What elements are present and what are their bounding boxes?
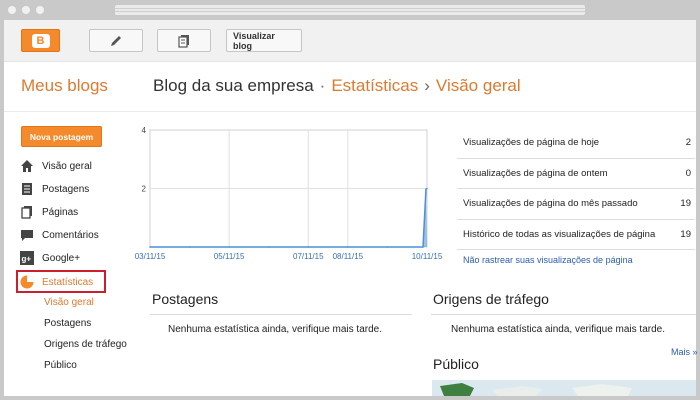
new-post-button[interactable]: Nova postagem (21, 126, 102, 147)
my-blogs-link[interactable]: Meus blogs (21, 76, 108, 96)
posts-icon (20, 182, 34, 196)
breadcrumb-separator: › (424, 76, 430, 95)
page-header: Meus blogs Blog da sua empresa · Estatísti… (4, 62, 696, 112)
sidebar-item-label: Postagens (42, 183, 90, 195)
chart-x-tick-label: 05/11/15 (214, 252, 245, 261)
blogger-toolbar: B Visualizar blog (4, 20, 696, 62)
chart-data-point (267, 246, 270, 248)
stat-row-today: Visualizações de página de hoje 2 (457, 128, 695, 159)
chart-data-point (426, 187, 428, 190)
posts-section-title: Postagens (152, 291, 219, 307)
breadcrumb-stats-link[interactable]: Estatísticas (331, 76, 418, 95)
chart-area-series (150, 188, 427, 247)
chart-x-tick-label: 08/11/15 (333, 252, 364, 261)
pencil-icon (111, 35, 121, 46)
chart-y-tick-label: 4 (142, 126, 147, 135)
sidebar-item-label: Google+ (42, 252, 81, 264)
section-divider (150, 314, 412, 315)
chart-data-point (149, 246, 151, 248)
breadcrumb-blog-name: Blog da sua empresa (153, 76, 314, 95)
stat-value: 19 (680, 228, 691, 240)
chart-data-point (386, 246, 389, 248)
blogger-logo-icon: B (31, 33, 50, 48)
sidebar-item-label: Páginas (42, 206, 79, 218)
breadcrumb-separator: · (319, 76, 326, 95)
stat-label: Visualizações de página do mês passado (463, 198, 638, 210)
stat-row-last-month: Visualizações de página do mês passado 1… (457, 189, 695, 220)
chart-x-tick-label: 10/11/15 (412, 252, 442, 261)
stat-row-all-time: Histórico de todas as visualizações de p… (457, 220, 695, 250)
chart-x-tick-label: 03/11/15 (135, 252, 166, 261)
breadcrumb-current-page: Visão geral (435, 76, 521, 95)
browser-frame-right (696, 20, 700, 400)
dont-track-pageviews-link[interactable]: Não rastrear suas visualizações de págin… (463, 255, 633, 265)
stat-row-yesterday: Visualizações de página de ontem 0 (457, 159, 695, 189)
sidebar-item-label: Comentários (42, 229, 99, 241)
sidebar-item-label: Estatísticas (42, 276, 94, 288)
stat-value: 0 (685, 167, 691, 179)
view-posts-button[interactable] (157, 29, 211, 52)
sidebar-item-pages[interactable]: Páginas (20, 202, 78, 222)
sidebar-item-overview[interactable]: Visão geral (20, 156, 92, 176)
sidebar-subitem-posts[interactable]: Postagens (44, 318, 91, 329)
sidebar-subitem-traffic-sources[interactable]: Origens de tráfego (44, 339, 127, 350)
window-dot-icon (22, 6, 30, 14)
stat-label: Visualizações de página de ontem (463, 167, 608, 179)
sidebar-item-posts[interactable]: Postagens (20, 179, 89, 199)
stats-table: Visualizações de página de hoje 2 Visual… (457, 128, 695, 250)
home-icon (20, 159, 34, 173)
chart-line-series (150, 188, 427, 248)
stat-value: 19 (680, 198, 691, 210)
chart-y-tick-label: 2 (142, 185, 147, 194)
pages-stack-icon (178, 34, 189, 48)
google-plus-icon: g+ (20, 251, 34, 265)
browser-titlebar (0, 0, 700, 20)
stat-label: Visualizações de página de hoje (463, 137, 600, 149)
window-dot-icon (36, 6, 44, 14)
window-dot-icon (8, 6, 16, 14)
chart-data-point (188, 246, 191, 248)
stat-label: Histórico de todas as visualizações de p… (463, 228, 656, 240)
comments-icon (20, 228, 34, 242)
address-bar[interactable] (115, 5, 585, 15)
stats-pie-icon (20, 275, 34, 289)
sidebar-item-stats[interactable]: Estatísticas (20, 272, 93, 292)
pageviews-chart-svg: 03/11/15 05/11/15 07/11/15 08/11/15 10/11/15… (135, 126, 443, 261)
pages-icon (20, 205, 34, 219)
chart-data-point (347, 246, 349, 248)
traffic-empty-message: Nenhuma estatística ainda, verifique mai… (451, 324, 665, 335)
edit-post-button[interactable] (89, 29, 143, 52)
section-divider (431, 314, 696, 315)
sidebar-item-label: Visão geral (42, 160, 92, 172)
posts-empty-message: Nenhuma estatística ainda, verifique mai… (168, 324, 382, 335)
sidebar-item-google-plus[interactable]: g+ Google+ (20, 248, 80, 268)
chart-data-point (228, 246, 230, 248)
sidebar-item-comments[interactable]: Comentários (20, 225, 99, 245)
browser-frame-bottom (0, 396, 700, 400)
audience-section-title: Público (433, 356, 479, 372)
pageviews-chart: 03/11/15 05/11/15 07/11/15 08/11/15 10/11/15… (130, 122, 443, 264)
view-blog-button[interactable]: Visualizar blog (226, 29, 302, 52)
breadcrumb: Blog da sua empresa · Estatísticas › Visão g… (153, 76, 521, 96)
stat-value: 2 (685, 137, 691, 149)
more-link[interactable]: Mais » (671, 347, 698, 357)
chart-x-tick-label: 07/11/15 (293, 252, 324, 261)
world-map-image (440, 383, 632, 396)
sidebar-subitem-audience[interactable]: Público (44, 360, 77, 371)
sidebar-subitem-overview[interactable]: Visão geral (44, 297, 94, 308)
chart-data-point (307, 246, 310, 248)
traffic-section-title: Origens de tráfego (433, 291, 549, 307)
svg-text:g+: g+ (22, 255, 32, 264)
blogger-logo-button[interactable]: B (21, 29, 60, 52)
audience-map (432, 380, 696, 396)
